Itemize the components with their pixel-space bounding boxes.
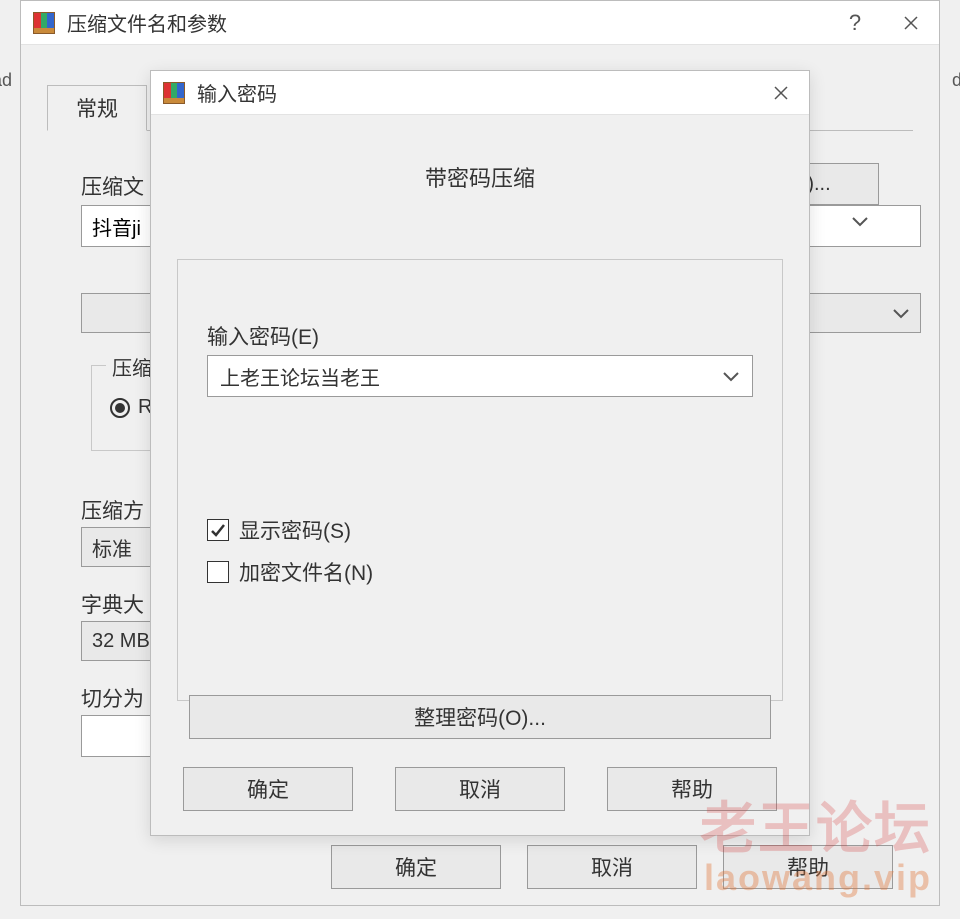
password-input[interactable]: 上老王论坛当老王 (207, 355, 753, 397)
encrypt-filenames-label: 加密文件名(N) (239, 557, 373, 587)
chevron-down-icon (892, 307, 910, 319)
pwd-cancel-button[interactable]: 取消 (395, 767, 565, 811)
checkbox-unchecked-icon (207, 561, 229, 583)
split-volumes-label: 切分为 (81, 683, 144, 713)
main-help-button[interactable]: 帮助 (723, 845, 893, 889)
main-ok-button[interactable]: 确定 (331, 845, 501, 889)
winrar-icon (33, 12, 55, 34)
close-icon (773, 85, 789, 101)
compression-method-label: 压缩方 (81, 495, 144, 525)
main-button-row: 确定 取消 帮助 (21, 845, 939, 889)
main-titlebar[interactable]: 压缩文件名和参数 ? (21, 1, 939, 45)
pwd-body: 带密码压缩 输入密码(E) 上老王论坛当老王 显示密码(S) 加密文件名(N) … (151, 115, 809, 835)
main-title: 压缩文件名和参数 (67, 8, 827, 37)
close-icon (903, 15, 919, 31)
tab-strip: 常规 (47, 85, 147, 135)
radio-icon (110, 398, 130, 418)
checkbox-checked-icon (207, 519, 229, 541)
password-input-value: 上老王论坛当老王 (220, 362, 380, 391)
organize-passwords-button[interactable]: 整理密码(O)... (189, 695, 771, 739)
compression-method-value: 标准 (92, 533, 132, 562)
pwd-help-button[interactable]: 帮助 (607, 767, 777, 811)
pwd-ok-button[interactable]: 确定 (183, 767, 353, 811)
pwd-heading: 带密码压缩 (151, 161, 809, 193)
archive-name-label: 压缩文 (81, 171, 144, 201)
chevron-down-icon (722, 370, 740, 382)
winrar-icon (163, 82, 185, 104)
dictionary-size-label: 字典大 (81, 589, 144, 619)
show-password-label: 显示密码(S) (239, 515, 351, 545)
pwd-title: 输入密码 (197, 78, 753, 107)
background-text-right: di (952, 70, 960, 91)
main-cancel-button[interactable]: 取消 (527, 845, 697, 889)
tab-general[interactable]: 常规 (47, 85, 147, 131)
close-button[interactable] (883, 1, 939, 45)
password-dialog: 输入密码 带密码压缩 输入密码(E) 上老王论坛当老王 显示密码(S) 加密文件… (150, 70, 810, 836)
background-text-left: ad (0, 70, 12, 91)
help-titlebar-button[interactable]: ? (827, 1, 883, 45)
pwd-close-button[interactable] (753, 71, 809, 115)
pwd-button-row: 确定 取消 帮助 (151, 767, 809, 811)
password-input-label: 输入密码(E) (207, 321, 319, 351)
dictionary-size-value: 32 MB (92, 630, 150, 653)
pwd-titlebar[interactable]: 输入密码 (151, 71, 809, 115)
show-password-checkbox[interactable]: 显示密码(S) (207, 515, 351, 545)
encrypt-filenames-checkbox[interactable]: 加密文件名(N) (207, 557, 373, 587)
